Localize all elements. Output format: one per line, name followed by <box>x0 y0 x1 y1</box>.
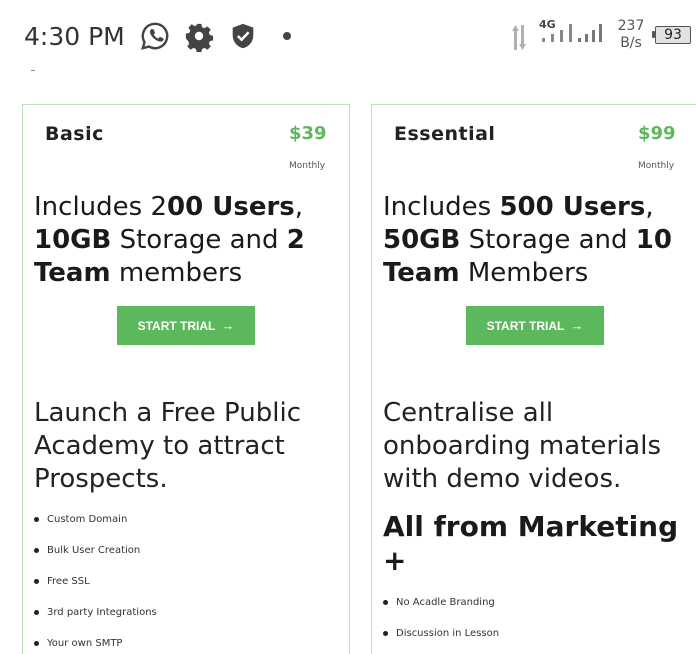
bullet-icon <box>34 579 39 584</box>
battery-icon: 93 <box>652 26 692 44</box>
list-item: 3rd party Integrations <box>34 607 157 638</box>
whatsapp-icon <box>140 20 170 52</box>
notification-dot <box>283 32 291 40</box>
plan-card-basic: Basic $39 Monthly Includes 200 Users, 10… <box>22 104 350 654</box>
plan-name: Essential <box>394 123 496 145</box>
bullet-icon <box>383 631 388 636</box>
feature-text: Free SSL <box>47 576 90 587</box>
includes-team-text: Members <box>459 258 589 288</box>
signal-icon <box>510 16 610 56</box>
list-item: No Acadle Branding <box>383 597 499 628</box>
screen: 4:30 PM 4G 237 B/s 93 Basic $39 Monthly … <box>0 0 696 654</box>
includes-team-word: Team <box>383 258 460 288</box>
feature-text: 3rd party Integrations <box>47 607 157 618</box>
feature-text: Bulk User Creation <box>47 545 141 556</box>
plan-includes: Includes 200 Users, 10GB Storage and 2 T… <box>34 191 305 290</box>
plan-price: $99 <box>638 123 676 144</box>
network-type-label: 4G <box>539 18 556 31</box>
arrow-right-icon: → <box>221 318 235 333</box>
start-trial-label: START TRIAL <box>137 318 216 333</box>
includes-users: 00 Users <box>167 192 295 222</box>
list-item: Custom Domain <box>34 514 157 545</box>
status-bar: 4:30 PM 4G 237 B/s 93 <box>0 0 696 74</box>
includes-prefix: Includes 2 <box>34 192 167 222</box>
bullet-icon <box>34 517 39 522</box>
includes-team-text: members <box>110 258 243 288</box>
bullet-icon <box>34 610 39 615</box>
divider-mark <box>31 70 35 71</box>
includes-storage: 10GB <box>34 225 112 255</box>
includes-storage-text: Storage and <box>111 225 287 255</box>
includes-team-count: 2 <box>286 225 305 255</box>
feature-title: Launch a Free Public Academy to attract … <box>34 398 301 494</box>
feature-text: No Acadle Branding <box>396 597 495 608</box>
list-item: Free SSL <box>34 576 157 607</box>
shield-check-icon <box>228 20 258 52</box>
plan-period: Monthly <box>289 161 326 171</box>
includes-team-count: 10 <box>635 225 672 255</box>
feature-text: Custom Domain <box>47 514 128 525</box>
feature-list: No Acadle Branding Discussion in Lesson <box>383 597 499 654</box>
network-speed-unit: B/s <box>620 35 642 51</box>
includes-prefix: Includes <box>383 192 500 222</box>
includes-users: 500 Users <box>499 192 646 222</box>
feature-text: Discussion in Lesson <box>396 628 500 639</box>
feature-text: Your own SMTP <box>47 638 123 649</box>
includes-storage-text: Storage and <box>460 225 636 255</box>
list-item: Your own SMTP <box>34 638 157 654</box>
list-item: Bulk User Creation <box>34 545 157 576</box>
battery-level: 93 <box>655 26 691 44</box>
includes-team-word: Team <box>34 258 111 288</box>
feature-title: Centralise all onboarding materials with… <box>383 398 662 494</box>
start-trial-button-basic[interactable]: START TRIAL → <box>117 306 255 345</box>
network-speed: 237 B/s <box>614 18 648 52</box>
includes-separator: , <box>294 192 304 222</box>
plan-name: Basic <box>45 123 104 145</box>
status-clock: 4:30 PM <box>24 22 125 51</box>
network-speed-value: 237 <box>617 18 645 34</box>
gear-icon <box>184 20 214 52</box>
plan-period: Monthly <box>638 161 675 171</box>
list-item: Discussion in Lesson <box>383 628 499 654</box>
includes-separator: , <box>645 192 654 222</box>
bullet-icon <box>34 641 39 646</box>
bullet-icon <box>383 600 388 605</box>
arrow-right-icon: → <box>570 318 584 333</box>
plan-price: $39 <box>289 123 327 144</box>
plan-card-essential: Essential $99 Monthly Includes 500 Users… <box>371 104 696 654</box>
feature-list: Custom Domain Bulk User Creation Free SS… <box>34 514 157 654</box>
plan-includes: Includes 500 Users, 50GB Storage and 10 … <box>383 191 672 290</box>
start-trial-label: START TRIAL <box>486 318 565 333</box>
feature-subtitle: All from Marketing + <box>383 510 679 577</box>
includes-storage: 50GB <box>383 225 461 255</box>
start-trial-button-essential[interactable]: START TRIAL → <box>466 306 604 345</box>
bullet-icon <box>34 548 39 553</box>
